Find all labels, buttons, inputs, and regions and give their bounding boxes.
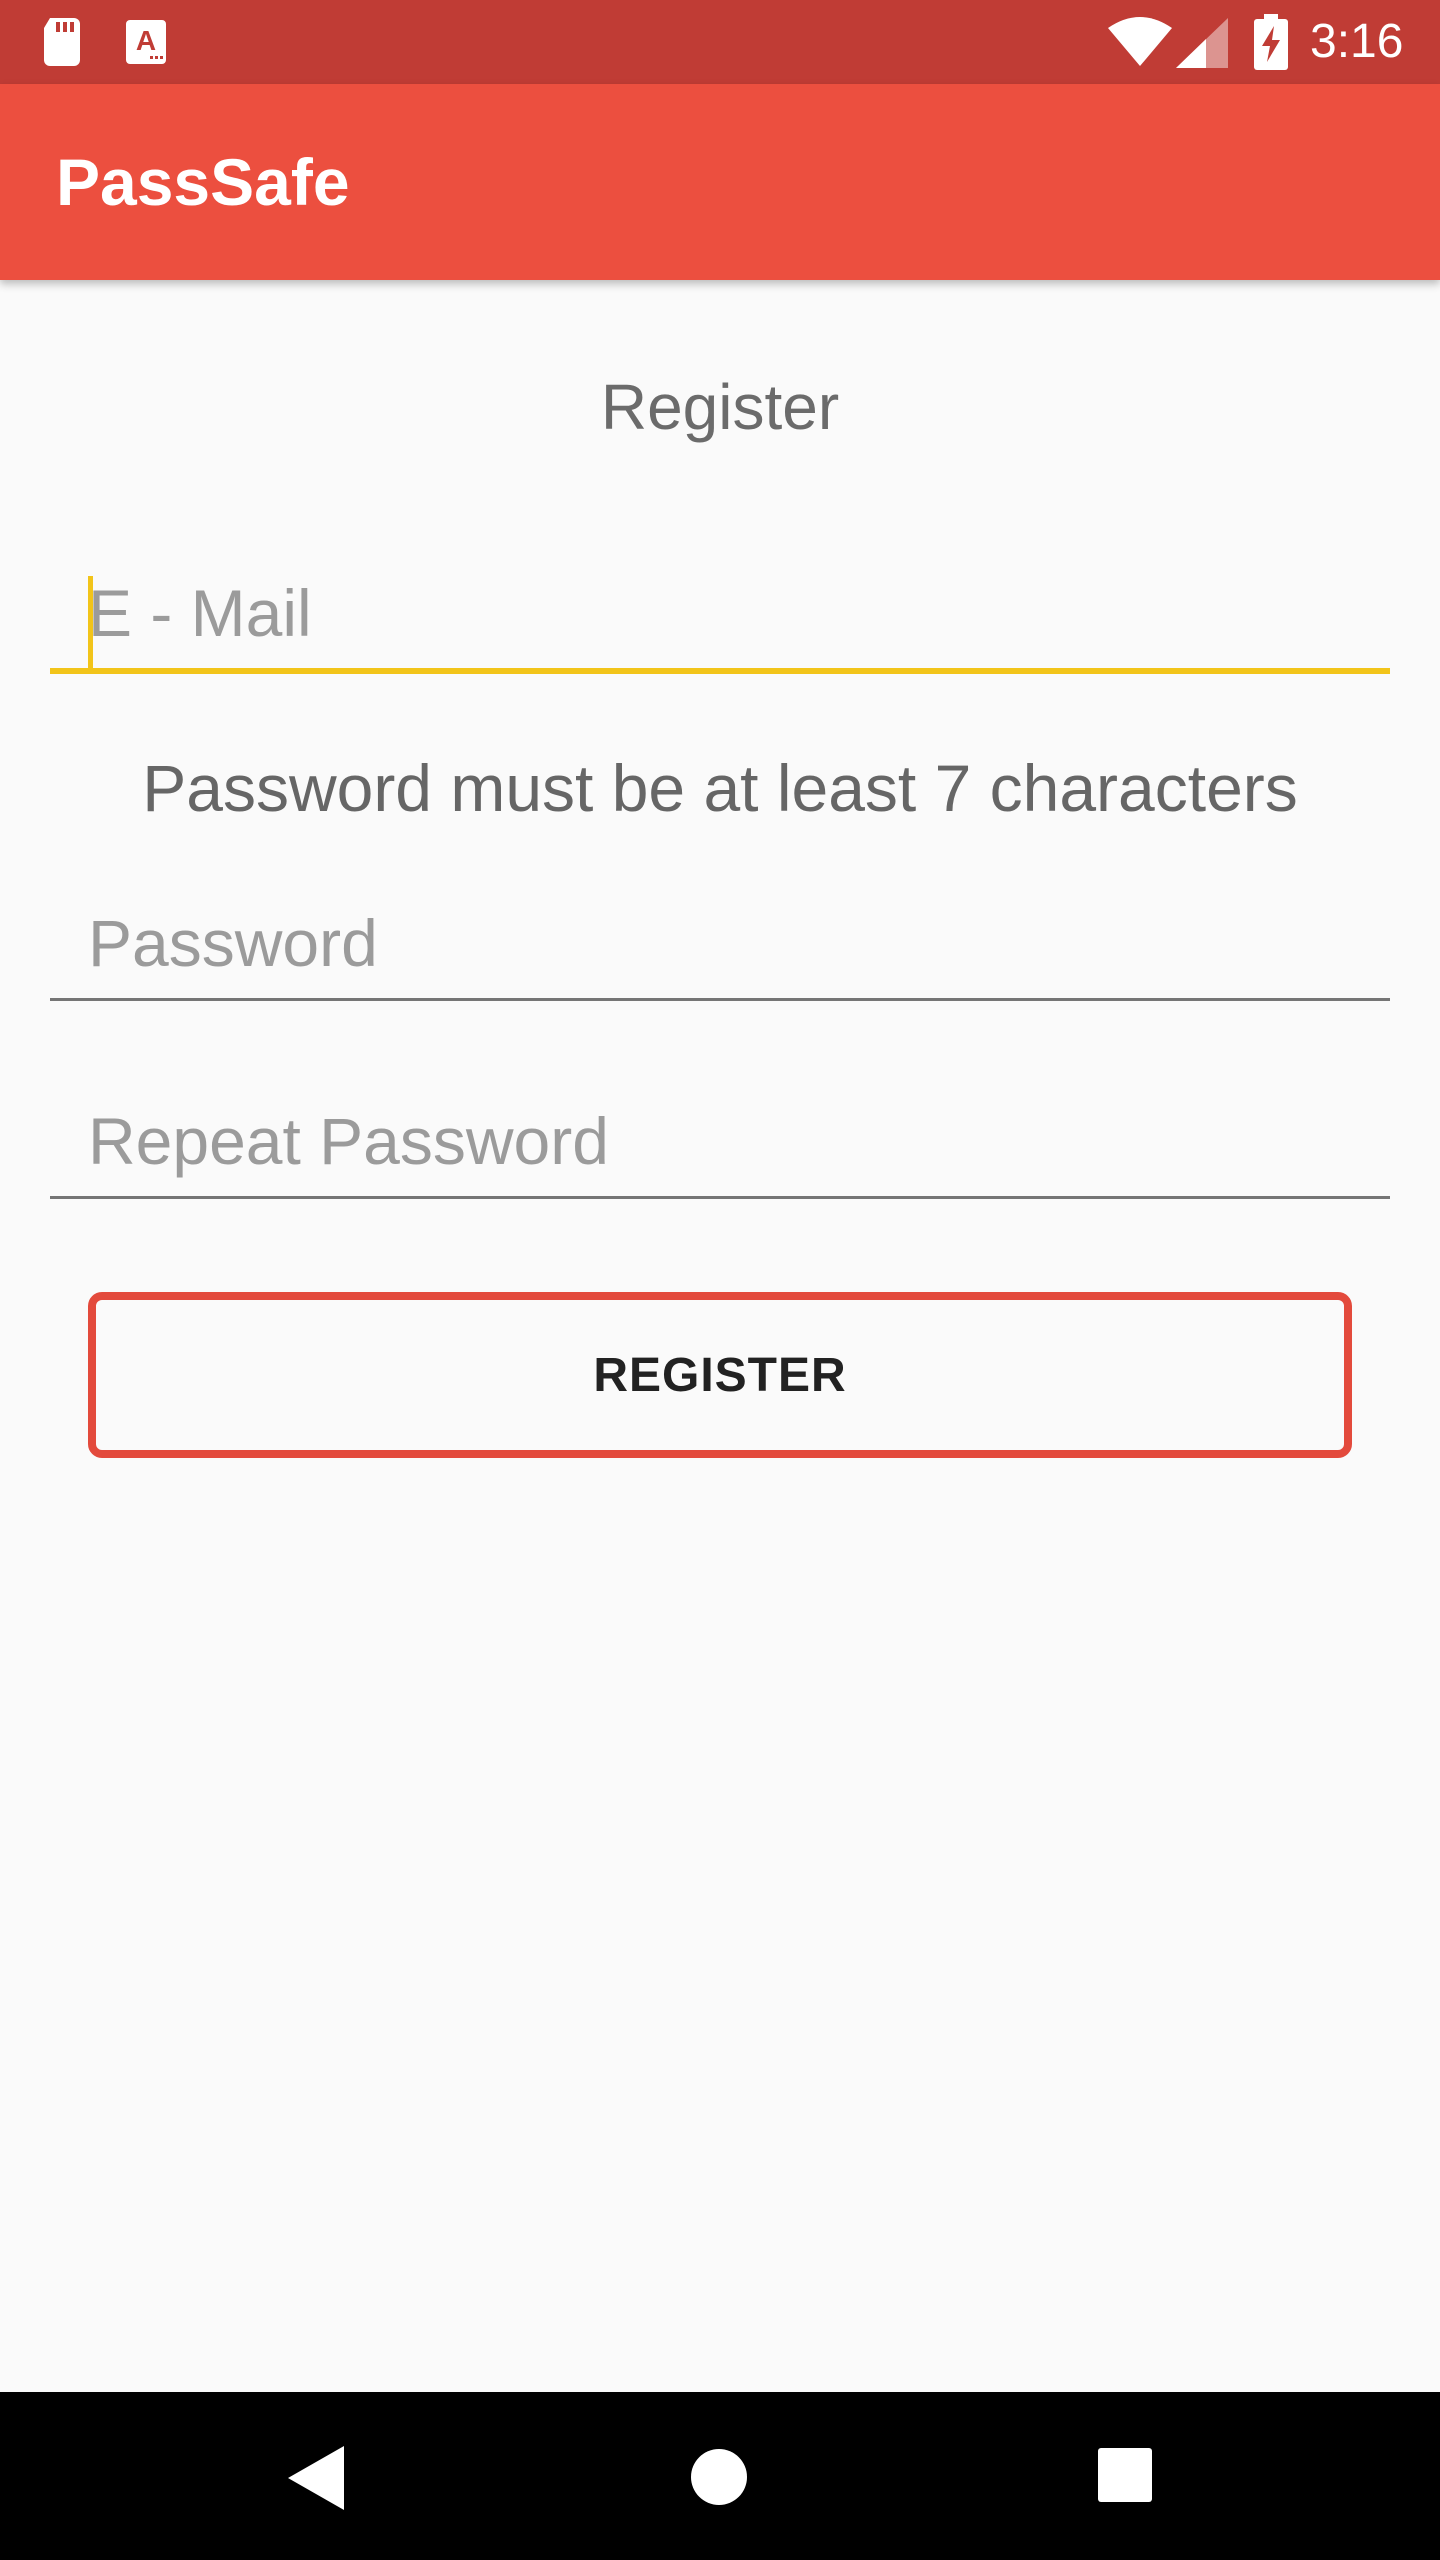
register-button[interactable]: REGISTER (88, 1292, 1352, 1458)
password-field[interactable] (50, 888, 1390, 998)
app-bar: PassSafe (0, 84, 1440, 280)
text-cursor (88, 576, 93, 668)
repeat-password-field[interactable] (50, 1086, 1390, 1196)
password-field-underline (50, 998, 1390, 1001)
sd-card-icon (44, 18, 80, 66)
svg-text:A: A (136, 25, 156, 56)
repeat-password-field-underline (50, 1196, 1390, 1199)
battery-charging-icon (1254, 14, 1288, 70)
recents-icon[interactable] (1098, 2448, 1152, 2502)
cell-signal-icon (1176, 18, 1228, 68)
app-title: PassSafe (56, 145, 350, 219)
repeat-password-field-container (50, 1086, 1390, 1199)
email-field[interactable] (50, 558, 1390, 668)
email-field-underline (50, 668, 1390, 674)
back-icon[interactable] (288, 2446, 344, 2510)
app-notification-icon: A (126, 20, 166, 64)
page-title: Register (600, 371, 840, 443)
wifi-icon (1108, 17, 1172, 66)
status-bar: A 3:16 (0, 0, 1440, 84)
email-field-container (50, 558, 1390, 674)
password-field-container (50, 888, 1390, 1001)
status-clock: 3:16 (1310, 15, 1404, 68)
navigation-bar (0, 2392, 1440, 2560)
home-icon[interactable] (690, 2448, 748, 2506)
password-hint: Password must be at least 7 characters (142, 751, 1298, 825)
